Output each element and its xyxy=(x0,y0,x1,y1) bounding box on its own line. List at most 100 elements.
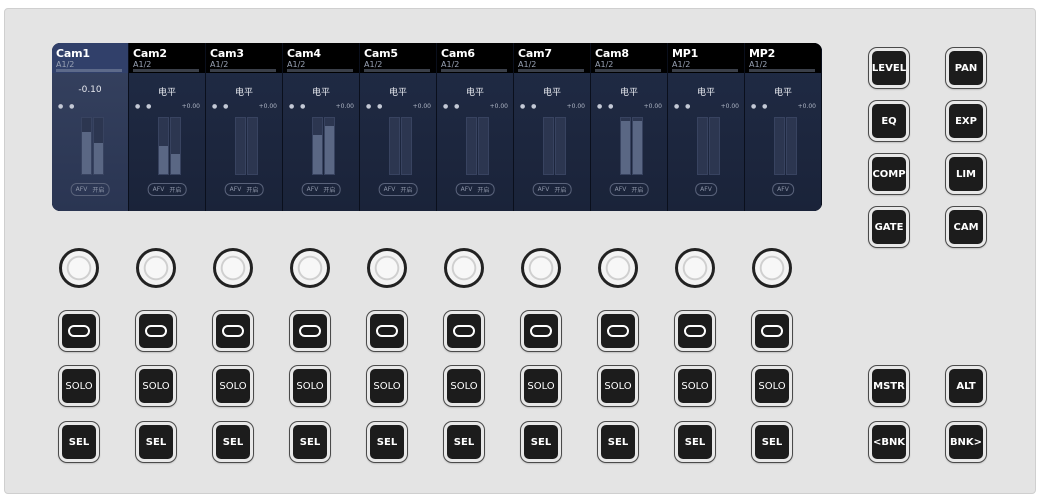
button-gate[interactable]: GATE xyxy=(869,207,909,247)
level-meter xyxy=(774,117,785,175)
knob-cam5[interactable] xyxy=(367,248,407,288)
button-lim[interactable]: LIM xyxy=(946,154,986,194)
level-meter xyxy=(632,117,643,175)
level-meter xyxy=(93,117,104,175)
level-readout: +0.00 xyxy=(181,103,200,110)
channel-name: Cam4 xyxy=(287,47,321,60)
knob-cam4[interactable] xyxy=(290,248,330,288)
mute-button-mp1[interactable] xyxy=(675,311,715,351)
solo-button-cam1[interactable]: SOLO xyxy=(59,366,99,406)
solo-button-cam7[interactable]: SOLO xyxy=(521,366,561,406)
channel-cam7[interactable]: Cam7 A1/2 电平 ● ● +0.00 AFV 开启 xyxy=(514,43,591,211)
afv-toggle[interactable]: AFV 开启 xyxy=(609,183,649,196)
pill-icon xyxy=(453,325,475,337)
solo-button-cam3[interactable]: SOLO xyxy=(213,366,253,406)
solo-button-cam6[interactable]: SOLO xyxy=(444,366,484,406)
afv-toggle[interactable]: AFV 开启 xyxy=(455,183,495,196)
sel-button-cam7[interactable]: SEL xyxy=(521,422,561,462)
afv-toggle[interactable]: AFV 开启 xyxy=(378,183,418,196)
channel-cam1[interactable]: Cam1 A1/2 -0.10 ● ● AFV 开启 xyxy=(52,43,129,211)
mute-button-cam3[interactable] xyxy=(213,311,253,351)
channel-input: A1/2 xyxy=(518,60,537,69)
channel-name: MP2 xyxy=(749,47,776,60)
channel-name: Cam2 xyxy=(133,47,167,60)
button-level[interactable]: LEVEL xyxy=(869,48,909,88)
on-label: 开启 xyxy=(554,187,567,194)
mute-button-cam8[interactable] xyxy=(598,311,638,351)
sel-button-cam3[interactable]: SEL xyxy=(213,422,253,462)
button-comp[interactable]: COMP xyxy=(869,154,909,194)
level-meter xyxy=(81,117,92,175)
button-cam[interactable]: CAM xyxy=(946,207,986,247)
on-label: 开启 xyxy=(169,187,182,194)
button-bnk[interactable]: BNK> xyxy=(946,422,986,462)
button-mstr[interactable]: MSTR xyxy=(869,366,909,406)
parameter-label: 电平 xyxy=(773,88,792,98)
afv-label: AFV xyxy=(614,186,627,193)
mute-button-cam2[interactable] xyxy=(136,311,176,351)
channel-name: Cam5 xyxy=(364,47,398,60)
knob-cam8[interactable] xyxy=(598,248,638,288)
afv-label: AFV xyxy=(229,186,242,193)
knob-mp1[interactable] xyxy=(675,248,715,288)
knob-cam3[interactable] xyxy=(213,248,253,288)
channel-mp1[interactable]: MP1 A1/2 电平 ● ● +0.00 AFV xyxy=(668,43,745,211)
sel-button-cam1[interactable]: SEL xyxy=(59,422,99,462)
channel-header: Cam3 A1/2 xyxy=(206,43,282,73)
button-exp[interactable]: EXP xyxy=(946,101,986,141)
sel-button-cam4[interactable]: SEL xyxy=(290,422,330,462)
level-readout: +0.00 xyxy=(258,103,277,110)
level-meter xyxy=(620,117,631,175)
solo-button-mp2[interactable]: SOLO xyxy=(752,366,792,406)
parameter-label: 电平 xyxy=(619,88,638,98)
sel-button-mp1[interactable]: SEL xyxy=(675,422,715,462)
afv-toggle[interactable]: AFV xyxy=(695,183,717,196)
afv-toggle[interactable]: AFV 开启 xyxy=(301,183,341,196)
level-meter xyxy=(555,117,566,175)
mute-button-cam7[interactable] xyxy=(521,311,561,351)
level-readout: +0.00 xyxy=(489,103,508,110)
afv-toggle[interactable]: AFV 开启 xyxy=(70,183,110,196)
sel-button-cam8[interactable]: SEL xyxy=(598,422,638,462)
knob-cam6[interactable] xyxy=(444,248,484,288)
button-pan[interactable]: PAN xyxy=(946,48,986,88)
channel-underline xyxy=(441,69,507,72)
afv-toggle[interactable]: AFV 开启 xyxy=(532,183,572,196)
button-bnk[interactable]: <BNK xyxy=(869,422,909,462)
mute-button-cam6[interactable] xyxy=(444,311,484,351)
channel-header: Cam2 A1/2 xyxy=(129,43,205,73)
mute-button-cam4[interactable] xyxy=(290,311,330,351)
channel-mp2[interactable]: MP2 A1/2 电平 ● ● +0.00 AFV xyxy=(745,43,822,211)
level-readout: +0.00 xyxy=(797,103,816,110)
solo-button-cam2[interactable]: SOLO xyxy=(136,366,176,406)
afv-toggle[interactable]: AFV 开启 xyxy=(224,183,264,196)
mute-button-cam1[interactable] xyxy=(59,311,99,351)
afv-toggle[interactable]: AFV 开启 xyxy=(147,183,187,196)
solo-button-cam8[interactable]: SOLO xyxy=(598,366,638,406)
channel-cam2[interactable]: Cam2 A1/2 电平 ● ● +0.00 AFV 开启 xyxy=(129,43,206,211)
channel-cam8[interactable]: Cam8 A1/2 电平 ● ● +0.00 AFV 开启 xyxy=(591,43,668,211)
solo-button-cam4[interactable]: SOLO xyxy=(290,366,330,406)
sel-button-cam6[interactable]: SEL xyxy=(444,422,484,462)
channel-cam3[interactable]: Cam3 A1/2 电平 ● ● +0.00 AFV 开启 xyxy=(206,43,283,211)
mute-button-cam5[interactable] xyxy=(367,311,407,351)
sel-button-cam5[interactable]: SEL xyxy=(367,422,407,462)
button-alt[interactable]: ALT xyxy=(946,366,986,406)
button-eq[interactable]: EQ xyxy=(869,101,909,141)
level-meter xyxy=(401,117,412,175)
knob-cam2[interactable] xyxy=(136,248,176,288)
channel-cam5[interactable]: Cam5 A1/2 电平 ● ● +0.00 AFV 开启 xyxy=(360,43,437,211)
mute-button-mp2[interactable] xyxy=(752,311,792,351)
knob-mp2[interactable] xyxy=(752,248,792,288)
knob-cam7[interactable] xyxy=(521,248,561,288)
solo-button-mp1[interactable]: SOLO xyxy=(675,366,715,406)
channel-cam6[interactable]: Cam6 A1/2 电平 ● ● +0.00 AFV 开启 xyxy=(437,43,514,211)
on-label: 开启 xyxy=(400,187,413,194)
knob-cam1[interactable] xyxy=(59,248,99,288)
channel-cam4[interactable]: Cam4 A1/2 电平 ● ● +0.00 AFV 开启 xyxy=(283,43,360,211)
afv-toggle[interactable]: AFV xyxy=(772,183,794,196)
solo-button-cam5[interactable]: SOLO xyxy=(367,366,407,406)
sel-button-cam2[interactable]: SEL xyxy=(136,422,176,462)
sel-button-mp2[interactable]: SEL xyxy=(752,422,792,462)
channel-name: Cam7 xyxy=(518,47,552,60)
